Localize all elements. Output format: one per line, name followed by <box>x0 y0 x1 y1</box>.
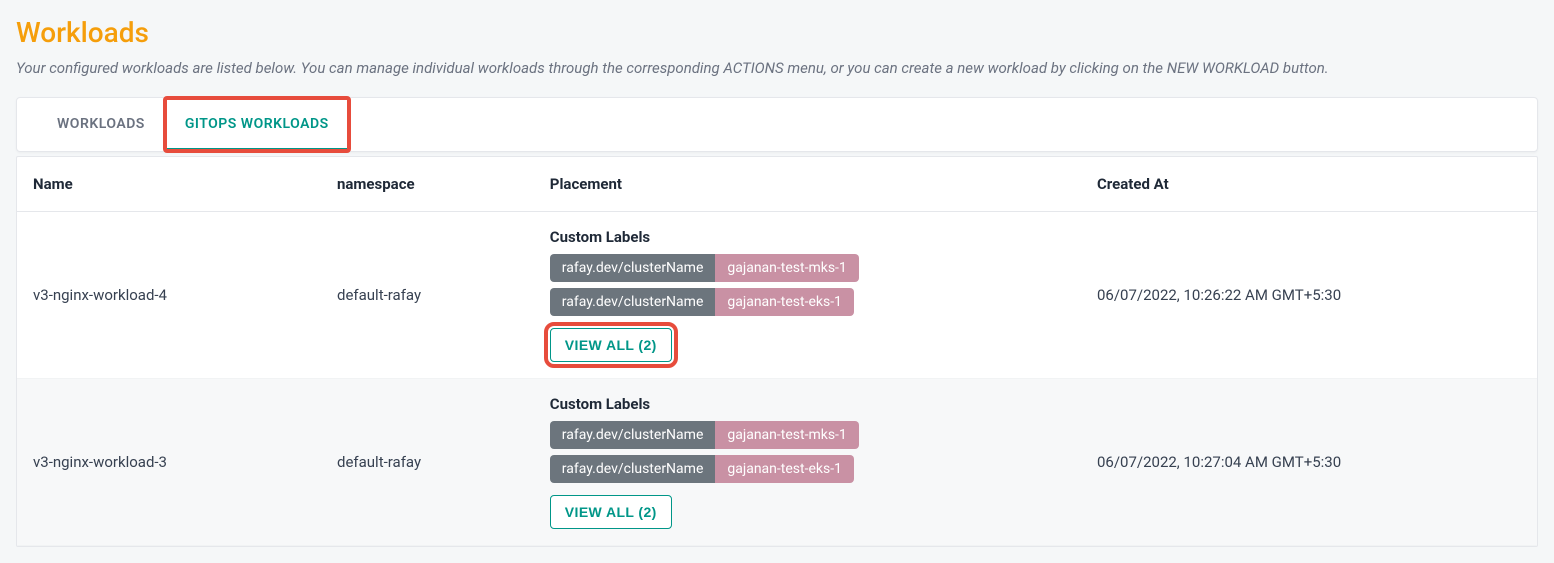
label-key: rafay.dev/clusterName <box>550 421 716 449</box>
cell-name: v3-nginx-workload-4 <box>17 212 321 379</box>
workloads-table-card: Name namespace Placement Created At v3-n… <box>16 156 1538 547</box>
label-value: gajanan-test-eks-1 <box>715 455 854 483</box>
header-name: Name <box>17 157 321 212</box>
label-pair: rafay.dev/clusterNamegajanan-test-eks-1 <box>550 288 854 316</box>
header-namespace: namespace <box>321 157 534 212</box>
label-key: rafay.dev/clusterName <box>550 254 716 282</box>
view-all-button[interactable]: VIEW ALL (2) <box>550 495 672 529</box>
header-created-at: Created At <box>1081 157 1537 212</box>
tab-gitops-workloads[interactable]: GITOPS WORKLOADS <box>165 98 349 151</box>
view-all-button[interactable]: VIEW ALL (2) <box>550 328 672 362</box>
label-pair: rafay.dev/clusterNamegajanan-test-eks-1 <box>550 455 854 483</box>
page-subtitle: Your configured workloads are listed bel… <box>16 59 1538 77</box>
workloads-table: Name namespace Placement Created At v3-n… <box>17 157 1537 546</box>
cell-placement: Custom Labelsrafay.dev/clusterNamegajana… <box>534 379 1081 546</box>
label-key: rafay.dev/clusterName <box>550 455 716 483</box>
tabs-container: WORKLOADS GITOPS WORKLOADS <box>16 97 1538 152</box>
label-key: rafay.dev/clusterName <box>550 288 716 316</box>
page-title: Workloads <box>16 16 1538 49</box>
cell-name: v3-nginx-workload-3 <box>17 379 321 546</box>
label-pair: rafay.dev/clusterNamegajanan-test-mks-1 <box>550 254 859 282</box>
cell-created-at: 06/07/2022, 10:27:04 AM GMT+5:30 <box>1081 379 1537 546</box>
custom-labels-title: Custom Labels <box>550 228 1065 246</box>
label-pair: rafay.dev/clusterNamegajanan-test-mks-1 <box>550 421 859 449</box>
cell-placement: Custom Labelsrafay.dev/clusterNamegajana… <box>534 212 1081 379</box>
label-value: gajanan-test-mks-1 <box>715 421 858 449</box>
table-row: v3-nginx-workload-3default-rafay Custom L… <box>17 379 1537 546</box>
custom-labels-title: Custom Labels <box>550 395 1065 413</box>
cell-namespace: default-rafay <box>321 212 534 379</box>
header-placement: Placement <box>534 157 1081 212</box>
label-value: gajanan-test-mks-1 <box>715 254 858 282</box>
cell-namespace: default-rafay <box>321 379 534 546</box>
table-row: v3-nginx-workload-4default-rafay Custom L… <box>17 212 1537 379</box>
tab-workloads[interactable]: WORKLOADS <box>37 98 165 151</box>
cell-created-at: 06/07/2022, 10:26:22 AM GMT+5:30 <box>1081 212 1537 379</box>
label-value: gajanan-test-eks-1 <box>715 288 854 316</box>
